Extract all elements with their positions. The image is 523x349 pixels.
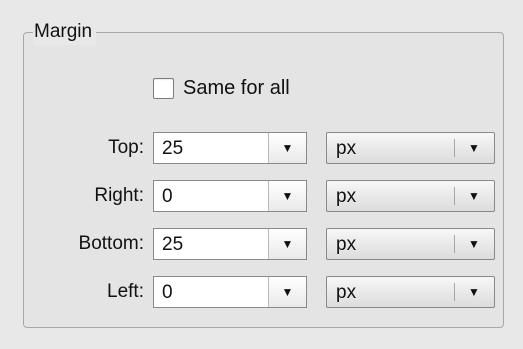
dropdown-arrow-icon: ▼	[468, 237, 480, 251]
top-label: Top:	[108, 137, 144, 158]
top-value-combo[interactable]: ▼	[153, 132, 307, 164]
left-value-dropdown-button[interactable]: ▼	[268, 277, 306, 307]
dropdown-arrow-icon: ▼	[281, 189, 294, 203]
left-value-combo[interactable]: ▼	[153, 276, 307, 308]
dropdown-arrow-icon: ▼	[281, 141, 294, 155]
top-unit-dropdown-button[interactable]: ▼	[454, 133, 494, 163]
left-unit-dropdown-button[interactable]: ▼	[454, 277, 494, 307]
top-value-input[interactable]	[154, 133, 268, 163]
bottom-label: Bottom:	[78, 233, 144, 254]
bottom-unit-dropdown-button[interactable]: ▼	[454, 229, 494, 259]
bottom-unit-value: px	[336, 234, 357, 255]
right-value-combo[interactable]: ▼	[153, 180, 307, 212]
margin-legend: Margin	[33, 19, 97, 45]
dropdown-arrow-icon: ▼	[281, 237, 294, 251]
bottom-unit-select[interactable]: px ▼	[326, 228, 495, 260]
right-value-dropdown-button[interactable]: ▼	[268, 181, 306, 211]
right-value-input[interactable]	[154, 181, 268, 211]
right-unit-select[interactable]: px ▼	[326, 180, 495, 212]
top-unit-value: px	[336, 138, 357, 159]
bottom-value-combo[interactable]: ▼	[153, 228, 307, 260]
dropdown-arrow-icon: ▼	[468, 285, 480, 299]
margin-row-top: Top: ▼ px ▼	[0, 132, 523, 164]
left-unit-value: px	[336, 282, 357, 303]
dropdown-arrow-icon: ▼	[281, 285, 294, 299]
left-unit-select[interactable]: px ▼	[326, 276, 495, 308]
same-for-all-label[interactable]: Same for all	[183, 76, 290, 100]
bottom-value-input[interactable]	[154, 229, 268, 259]
dropdown-arrow-icon: ▼	[468, 189, 480, 203]
same-for-all-row[interactable]: Same for all	[153, 76, 290, 100]
top-unit-select[interactable]: px ▼	[326, 132, 495, 164]
right-unit-value: px	[336, 186, 357, 207]
margin-row-left: Left: ▼ px ▼	[0, 276, 523, 308]
bottom-value-dropdown-button[interactable]: ▼	[268, 229, 306, 259]
top-value-dropdown-button[interactable]: ▼	[268, 133, 306, 163]
left-value-input[interactable]	[154, 277, 268, 307]
left-label: Left:	[107, 281, 144, 302]
margin-row-bottom: Bottom: ▼ px ▼	[0, 228, 523, 260]
right-label: Right:	[94, 185, 144, 206]
dropdown-arrow-icon: ▼	[468, 141, 480, 155]
margin-row-right: Right: ▼ px ▼	[0, 180, 523, 212]
same-for-all-checkbox[interactable]	[153, 77, 174, 99]
right-unit-dropdown-button[interactable]: ▼	[454, 181, 494, 211]
